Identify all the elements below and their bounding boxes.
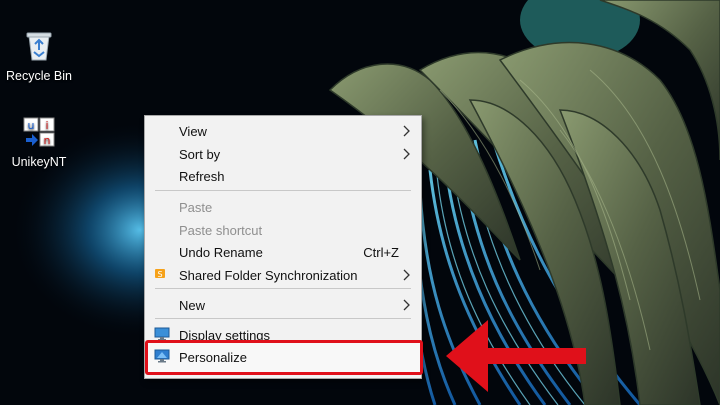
menu-item-label: Paste	[179, 200, 213, 215]
svg-text:S: S	[157, 270, 162, 279]
menu-item-sort-by[interactable]: Sort by	[147, 143, 419, 165]
unikey-icon: u i n	[1, 116, 77, 151]
sync-icon: S	[154, 267, 166, 282]
menu-item-label: Sort by	[179, 147, 221, 162]
personalize-icon	[154, 349, 170, 366]
chevron-right-icon	[403, 148, 411, 163]
menu-item-new[interactable]: New	[147, 294, 419, 316]
menu-item-shared-folder-sync[interactable]: S Shared Folder Synchronization	[147, 264, 419, 286]
menu-separator	[155, 190, 411, 191]
menu-item-paste-shortcut[interactable]: Paste shortcut	[147, 219, 419, 241]
menu-item-label: Refresh	[179, 169, 225, 184]
menu-item-label: Paste shortcut	[179, 223, 263, 238]
chevron-right-icon	[403, 269, 411, 284]
chevron-right-icon	[403, 299, 411, 314]
desktop-icon-label: UnikeyNT	[11, 155, 67, 169]
menu-item-label: Personalize	[179, 350, 247, 365]
menu-item-label: New	[179, 298, 206, 313]
desktop-icon-label: Recycle Bin	[6, 69, 72, 83]
svg-text:u: u	[28, 119, 35, 132]
desktop-icon-recycle-bin[interactable]: Recycle Bin	[1, 28, 77, 83]
menu-item-refresh[interactable]: Refresh	[147, 165, 419, 187]
menu-item-label: Shared Folder Synchronization	[179, 268, 358, 283]
recycle-bin-icon	[1, 28, 77, 65]
menu-item-undo-rename[interactable]: Undo Rename Ctrl+Z	[147, 241, 419, 263]
svg-text:n: n	[44, 134, 51, 147]
desktop-icon-unikeynt[interactable]: u i n UnikeyNT	[1, 116, 77, 169]
menu-separator	[155, 318, 411, 319]
arrow-left-icon	[440, 316, 590, 401]
menu-item-paste[interactable]: Paste	[147, 196, 419, 218]
menu-item-shortcut: Ctrl+Z	[363, 245, 399, 260]
menu-item-label: Undo Rename	[179, 245, 263, 260]
menu-separator	[155, 288, 411, 289]
menu-item-label: View	[179, 124, 207, 139]
menu-item-personalize[interactable]: Personalize	[147, 346, 419, 368]
chevron-right-icon	[403, 125, 411, 140]
menu-item-view[interactable]: View	[147, 120, 419, 142]
svg-text:i: i	[45, 119, 48, 132]
